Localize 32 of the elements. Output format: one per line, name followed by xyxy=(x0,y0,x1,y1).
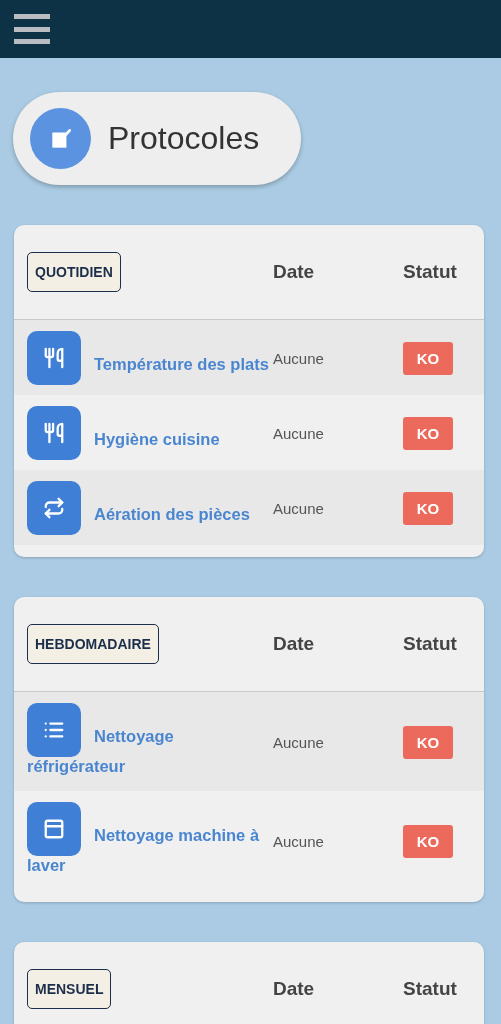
section-label: MENSUEL xyxy=(27,969,112,1009)
edit-icon xyxy=(30,108,91,169)
date-text: Aucune xyxy=(273,499,325,517)
section-label: HEBDOMADAIRE xyxy=(27,624,159,664)
list-icon xyxy=(27,703,81,757)
column-header: Date xyxy=(273,261,316,283)
column-header: Statut xyxy=(403,261,458,283)
menu-icon[interactable] xyxy=(14,14,50,44)
status-badge: KO xyxy=(403,341,453,375)
protocol-link[interactable]: Hygiène cuisine xyxy=(27,424,273,454)
column-header: Statut xyxy=(403,978,458,1000)
utensils-icon xyxy=(27,406,81,460)
date-text: Aucune xyxy=(273,832,325,850)
column-header: Date xyxy=(273,978,316,1000)
date-text: Aucune xyxy=(273,424,325,442)
column-header: Date xyxy=(273,633,316,655)
column-header: Statut xyxy=(403,633,458,655)
status-badge: KO xyxy=(403,491,453,525)
protocol-link[interactable]: Nettoyage réfrigérateur xyxy=(27,721,273,781)
status-badge: KO xyxy=(403,824,453,858)
status-badge: KO xyxy=(403,416,453,450)
date-text: Aucune xyxy=(273,733,325,751)
panel-icon xyxy=(27,802,81,856)
date-text: Aucune xyxy=(273,349,325,367)
protocol-link[interactable]: Aération des pièces xyxy=(27,499,273,529)
page-title: Protocoles xyxy=(108,120,260,157)
protocol-link[interactable]: Température des plats xyxy=(27,349,273,379)
status-badge: KO xyxy=(403,725,453,759)
repeat-icon xyxy=(27,481,81,535)
protocol-link[interactable]: Nettoyage machine à laver xyxy=(27,820,273,880)
utensils-icon xyxy=(27,331,81,385)
section-label: QUOTIDIEN xyxy=(27,252,121,292)
